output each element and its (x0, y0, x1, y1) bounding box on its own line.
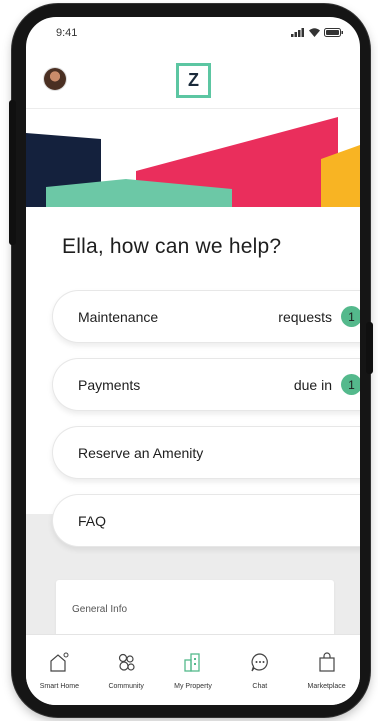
power-button (366, 322, 373, 374)
card-status-text: requests (278, 308, 332, 325)
tab-label: Community (108, 683, 144, 690)
tab-label: My Property (174, 683, 212, 690)
info-card-title: General Info (72, 604, 128, 615)
community-icon (119, 653, 135, 671)
payments-card[interactable]: Payments due in 1 (52, 358, 360, 411)
count-badge: 1 (341, 306, 360, 327)
card-label: Reserve an Amenity (78, 444, 204, 461)
tab-label: Chat (252, 683, 268, 690)
tab-label: Smart Home (39, 683, 80, 690)
wifi-icon (309, 28, 320, 37)
tab-chat[interactable]: Chat (226, 635, 293, 705)
status-icons (291, 28, 344, 37)
status-bar: 9:41 (26, 17, 360, 51)
app-header: Z (26, 51, 360, 109)
reserve-amenity-card[interactable]: Reserve an Amenity (52, 426, 360, 479)
signal-icon (291, 28, 304, 37)
card-label: Payments (78, 376, 141, 393)
maintenance-requests-card[interactable]: Maintenance requests 1 (52, 290, 360, 343)
avatar[interactable] (44, 68, 66, 90)
tab-my-property[interactable]: My Property (160, 635, 227, 705)
card-status: due in 1 (294, 374, 360, 395)
battery-icon (324, 28, 343, 37)
hero-banner (26, 109, 360, 207)
volume-button (9, 100, 16, 245)
count-badge: 1 (341, 374, 360, 395)
bottom-tab-bar: Smart Home Community My Property Chat Ma… (26, 634, 360, 705)
tab-marketplace[interactable]: Marketplace (293, 635, 360, 705)
smart-home-icon (50, 652, 69, 672)
chat-icon (251, 653, 268, 672)
tab-smart-home[interactable]: Smart Home (26, 635, 93, 705)
greeting-title: Ella, how can we help? (62, 235, 282, 258)
building-illustration (26, 117, 360, 207)
card-status-text: due in (293, 376, 332, 393)
tab-community[interactable]: Community (93, 635, 160, 705)
card-status: requests 1 (278, 306, 360, 327)
marketplace-icon (318, 652, 335, 672)
faq-card[interactable]: FAQ (52, 494, 360, 547)
status-time: 9:41 (56, 27, 78, 39)
tab-label: Marketplace (307, 683, 346, 690)
card-label: Maintenance (78, 308, 159, 325)
card-label: FAQ (78, 512, 107, 529)
my-property-icon (184, 653, 200, 672)
app-screen: 9:41 Z Ella, how can we help? Maintenanc… (26, 17, 360, 705)
logo-letter: Z (188, 70, 199, 90)
app-logo: Z (176, 63, 211, 98)
